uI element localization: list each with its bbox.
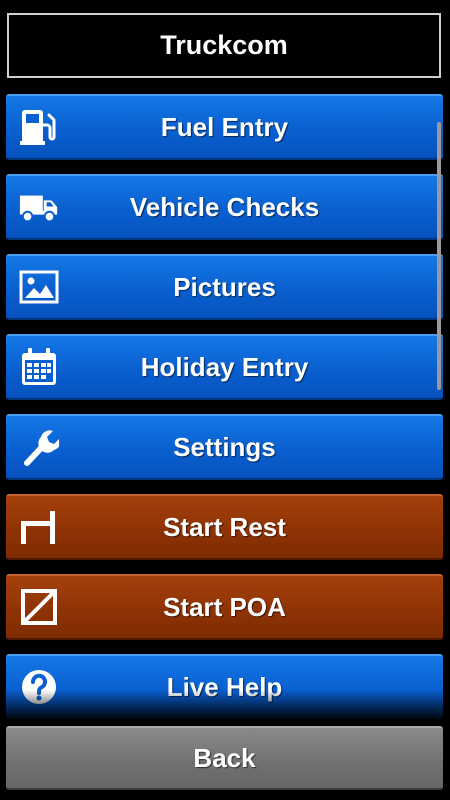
vehicle-checks-label: Vehicle Checks	[129, 191, 320, 222]
fuel-entry-label: Fuel Entry	[160, 111, 289, 142]
bed-icon	[19, 507, 59, 547]
start-rest-button[interactable]: Start Rest	[6, 494, 443, 560]
pictures-button[interactable]: Pictures	[6, 254, 443, 320]
truckcom-main-menu: Truckcom Fuel Entry Vehicle Checks Pictu…	[0, 0, 450, 800]
wrench-icon	[19, 427, 59, 467]
back-button[interactable]: Back	[6, 726, 443, 790]
start-rest-label: Start Rest	[163, 511, 286, 542]
app-title: Truckcom	[160, 30, 288, 60]
start-poa-label: Start POA	[163, 591, 286, 622]
holiday-entry-label: Holiday Entry	[140, 351, 309, 382]
menu-scrollbar[interactable]	[437, 122, 441, 390]
fuel-pump-icon	[19, 107, 59, 147]
live-help-button[interactable]: Live Help	[6, 654, 443, 720]
settings-button[interactable]: Settings	[6, 414, 443, 480]
pictures-label: Pictures	[173, 271, 276, 302]
truck-icon	[19, 187, 59, 227]
poa-square-icon	[19, 587, 59, 627]
settings-label: Settings	[173, 431, 276, 462]
picture-icon	[19, 267, 59, 307]
app-title-bar: Truckcom	[7, 13, 441, 78]
calendar-icon	[19, 347, 59, 387]
fuel-entry-button[interactable]: Fuel Entry	[6, 94, 443, 160]
live-help-label: Live Help	[166, 671, 283, 702]
help-circle-icon	[19, 667, 59, 707]
vehicle-checks-button[interactable]: Vehicle Checks	[6, 174, 443, 240]
holiday-entry-button[interactable]: Holiday Entry	[6, 334, 443, 400]
start-poa-button[interactable]: Start POA	[6, 574, 443, 640]
back-label: Back	[193, 742, 256, 773]
